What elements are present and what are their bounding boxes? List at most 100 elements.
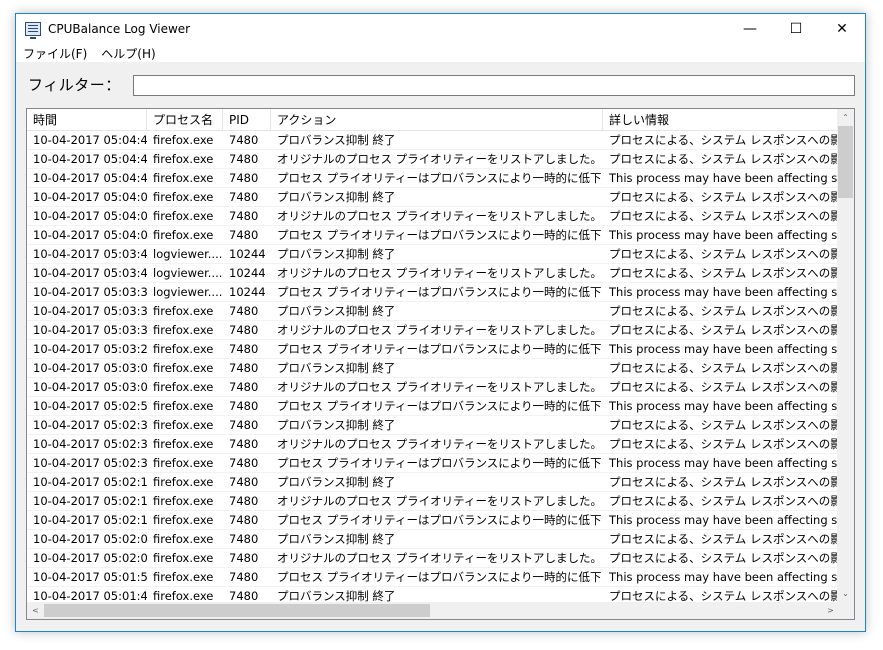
scroll-down-icon[interactable]: ⌄ <box>837 585 854 602</box>
table-row[interactable]: 10-04-2017 05:02:01 firefox.exe 7480 オリジナルの… <box>27 549 839 568</box>
cell-action: オリジナルのプロセス プライオリティーをリストアしました。 <box>277 494 602 508</box>
title-bar[interactable]: CPUBalance Log Viewer — ☐ ✕ <box>16 14 865 44</box>
cell-details: プロセスによる、システム レスポンスへの影響が終了 <box>609 266 839 280</box>
column-header-process-name[interactable]: プロセス名 <box>147 109 223 131</box>
close-button[interactable]: ✕ <box>819 14 865 44</box>
app-window: CPUBalance Log Viewer — ☐ ✕ ファイル(F) ヘルプ(… <box>15 13 866 632</box>
cell-details: This process may have been affecting sys… <box>609 342 839 356</box>
table-row[interactable]: 10-04-2017 05:03:01 firefox.exe 7480 プロバランス… <box>27 359 839 378</box>
maximize-button[interactable]: ☐ <box>773 14 819 44</box>
table-row[interactable]: 10-04-2017 05:03:25 firefox.exe 7480 プロセス プ… <box>27 340 839 359</box>
cell-pid: 7480 <box>229 475 259 489</box>
cell-action: プロセス プライオリティーはプロバランスにより一時的に低下されました。 <box>277 570 603 584</box>
cell-action: プロセス プライオリティーはプロバランスにより一時的に低下されました。 <box>277 342 603 356</box>
cell-pid: 7480 <box>229 190 259 204</box>
filter-label: フィルター： <box>28 76 121 94</box>
vertical-scroll-thumb[interactable] <box>838 126 853 198</box>
cell-details: プロセスによる、システム レスポンスへの影響が終了 <box>609 133 839 147</box>
cell-process-name: firefox.exe <box>153 437 214 451</box>
cell-action: プロバランス抑制 終了 <box>277 475 396 489</box>
table-row[interactable]: 10-04-2017 05:02:35 firefox.exe 7480 オリジナルの… <box>27 435 839 454</box>
cell-action: オリジナルのプロセス プライオリティーをリストアしました。 <box>277 380 602 394</box>
minimize-button[interactable]: — <box>727 14 773 44</box>
cell-details: This process may have been affecting sys… <box>609 456 839 470</box>
cell-details: This process may have been affecting sys… <box>609 399 839 413</box>
cell-action: プロバランス抑制 終了 <box>277 190 396 204</box>
cell-pid: 7480 <box>229 456 259 470</box>
column-header-action[interactable]: アクション <box>271 109 603 131</box>
cell-details: プロセスによる、システム レスポンスへの影響が終了 <box>609 304 839 318</box>
table-row[interactable]: 10-04-2017 05:02:55 firefox.exe 7480 プロセス プ… <box>27 397 839 416</box>
cell-process-name: firefox.exe <box>153 456 214 470</box>
cell-pid: 7480 <box>229 437 259 451</box>
cell-process-name: firefox.exe <box>153 513 214 527</box>
table-row[interactable]: 10-04-2017 05:04:06 firefox.exe 7480 オリジナルの… <box>27 207 839 226</box>
scroll-up-icon[interactable]: ⌃ <box>837 109 854 126</box>
log-list[interactable]: 時間 プロセス名 PID アクション 詳しい情報 10-04-2017 05:0… <box>26 108 855 620</box>
cell-pid: 7480 <box>229 152 259 166</box>
cell-process-name: firefox.exe <box>153 361 214 375</box>
vertical-scrollbar[interactable]: ⌃ ⌄ <box>837 109 854 602</box>
cell-time: 10-04-2017 05:02:35 <box>33 418 147 432</box>
column-header-time[interactable]: 時間 <box>27 109 147 131</box>
table-row[interactable]: 10-04-2017 05:02:35 firefox.exe 7480 プロバランス… <box>27 416 839 435</box>
table-row[interactable]: 10-04-2017 05:03:30 firefox.exe 7480 プロバランス… <box>27 302 839 321</box>
cell-time: 10-04-2017 05:03:30 <box>33 304 147 318</box>
cell-process-name: firefox.exe <box>153 152 214 166</box>
cell-action: オリジナルのプロセス プライオリティーをリストアしました。 <box>277 323 602 337</box>
cell-details: This process may have been affecting sys… <box>609 570 839 584</box>
table-row[interactable]: 10-04-2017 05:02:13 firefox.exe 7480 プロセス プ… <box>27 511 839 530</box>
cell-time: 10-04-2017 05:03:30 <box>33 323 147 337</box>
window-controls: — ☐ ✕ <box>727 14 865 44</box>
cell-action: プロバランス抑制 終了 <box>277 418 396 432</box>
table-row[interactable]: 10-04-2017 05:04:06 firefox.exe 7480 プロバランス… <box>27 188 839 207</box>
cell-process-name: firefox.exe <box>153 551 214 565</box>
cell-time: 10-04-2017 05:03:01 <box>33 380 147 394</box>
cell-time: 10-04-2017 05:03:34 <box>33 285 147 299</box>
horizontal-scroll-thumb[interactable] <box>44 604 430 617</box>
cell-details: プロセスによる、システム レスポンスへの影響が終了 <box>609 323 839 337</box>
horizontal-scrollbar[interactable]: < > <box>27 602 839 619</box>
filter-input[interactable] <box>133 75 855 96</box>
cell-process-name: firefox.exe <box>153 380 214 394</box>
cell-action: オリジナルのプロセス プライオリティーをリストアしました。 <box>277 152 602 166</box>
cell-time: 10-04-2017 05:02:35 <box>33 437 147 451</box>
cell-time: 10-04-2017 05:02:30 <box>33 456 147 470</box>
cell-action: オリジナルのプロセス プライオリティーをリストアしました。 <box>277 209 602 223</box>
filter-row: フィルター： <box>16 70 865 98</box>
cell-process-name: firefox.exe <box>153 209 214 223</box>
table-row[interactable]: 10-04-2017 05:02:01 firefox.exe 7480 プロバランス… <box>27 530 839 549</box>
table-row[interactable]: 10-04-2017 05:03:40 logviewer.... 10244 プロバ… <box>27 245 839 264</box>
table-row[interactable]: 10-04-2017 05:02:18 firefox.exe 7480 プロバランス… <box>27 473 839 492</box>
table-row[interactable]: 10-04-2017 05:03:30 firefox.exe 7480 オリジナルの… <box>27 321 839 340</box>
menu-file[interactable]: ファイル(F) <box>16 45 94 62</box>
table-row[interactable]: 10-04-2017 05:03:01 firefox.exe 7480 オリジナルの… <box>27 378 839 397</box>
table-row[interactable]: 10-04-2017 05:02:30 firefox.exe 7480 プロセス プ… <box>27 454 839 473</box>
column-header-details[interactable]: 詳しい情報 <box>603 109 839 131</box>
cell-process-name: firefox.exe <box>153 570 214 584</box>
table-row[interactable]: 10-04-2017 05:04:47 firefox.exe 7480 オリジナルの… <box>27 150 839 169</box>
column-header-pid[interactable]: PID <box>223 109 271 131</box>
cell-action: プロセス プライオリティーはプロバランスにより一時的に低下されました。 <box>277 285 603 299</box>
cell-pid: 7480 <box>229 570 259 584</box>
table-row[interactable]: 10-04-2017 05:03:40 logviewer.... 10244 オリジ… <box>27 264 839 283</box>
cell-process-name: firefox.exe <box>153 228 214 242</box>
cell-pid: 7480 <box>229 304 259 318</box>
cell-details: プロセスによる、システム レスポンスへの影響が終了 <box>609 247 839 261</box>
cell-time: 10-04-2017 05:03:40 <box>33 266 147 280</box>
table-row[interactable]: 10-04-2017 05:04:42 firefox.exe 7480 プロセス プ… <box>27 169 839 188</box>
menu-help[interactable]: ヘルプ(H) <box>94 45 162 62</box>
cell-details: プロセスによる、システム レスポンスへの影響が終了 <box>609 418 839 432</box>
scroll-left-icon[interactable]: < <box>27 602 44 619</box>
table-row[interactable]: 10-04-2017 05:01:56 firefox.exe 7480 プロセス プ… <box>27 568 839 587</box>
table-row[interactable]: 10-04-2017 05:04:01 firefox.exe 7480 プロセス プ… <box>27 226 839 245</box>
menu-bar: ファイル(F) ヘルプ(H) <box>16 44 865 63</box>
table-row[interactable]: 10-04-2017 05:03:34 logviewer.... 10244 プロセ… <box>27 283 839 302</box>
cell-action: プロセス プライオリティーはプロバランスにより一時的に低下されました。 <box>277 171 603 185</box>
table-row[interactable]: 10-04-2017 05:04:47 firefox.exe 7480 プロバランス… <box>27 131 839 150</box>
cell-time: 10-04-2017 05:03:01 <box>33 361 147 375</box>
cell-pid: 10244 <box>229 247 266 261</box>
cell-action: プロセス プライオリティーはプロバランスにより一時的に低下されました。 <box>277 513 603 527</box>
cell-time: 10-04-2017 05:02:13 <box>33 513 147 527</box>
table-row[interactable]: 10-04-2017 05:02:18 firefox.exe 7480 オリジナルの… <box>27 492 839 511</box>
